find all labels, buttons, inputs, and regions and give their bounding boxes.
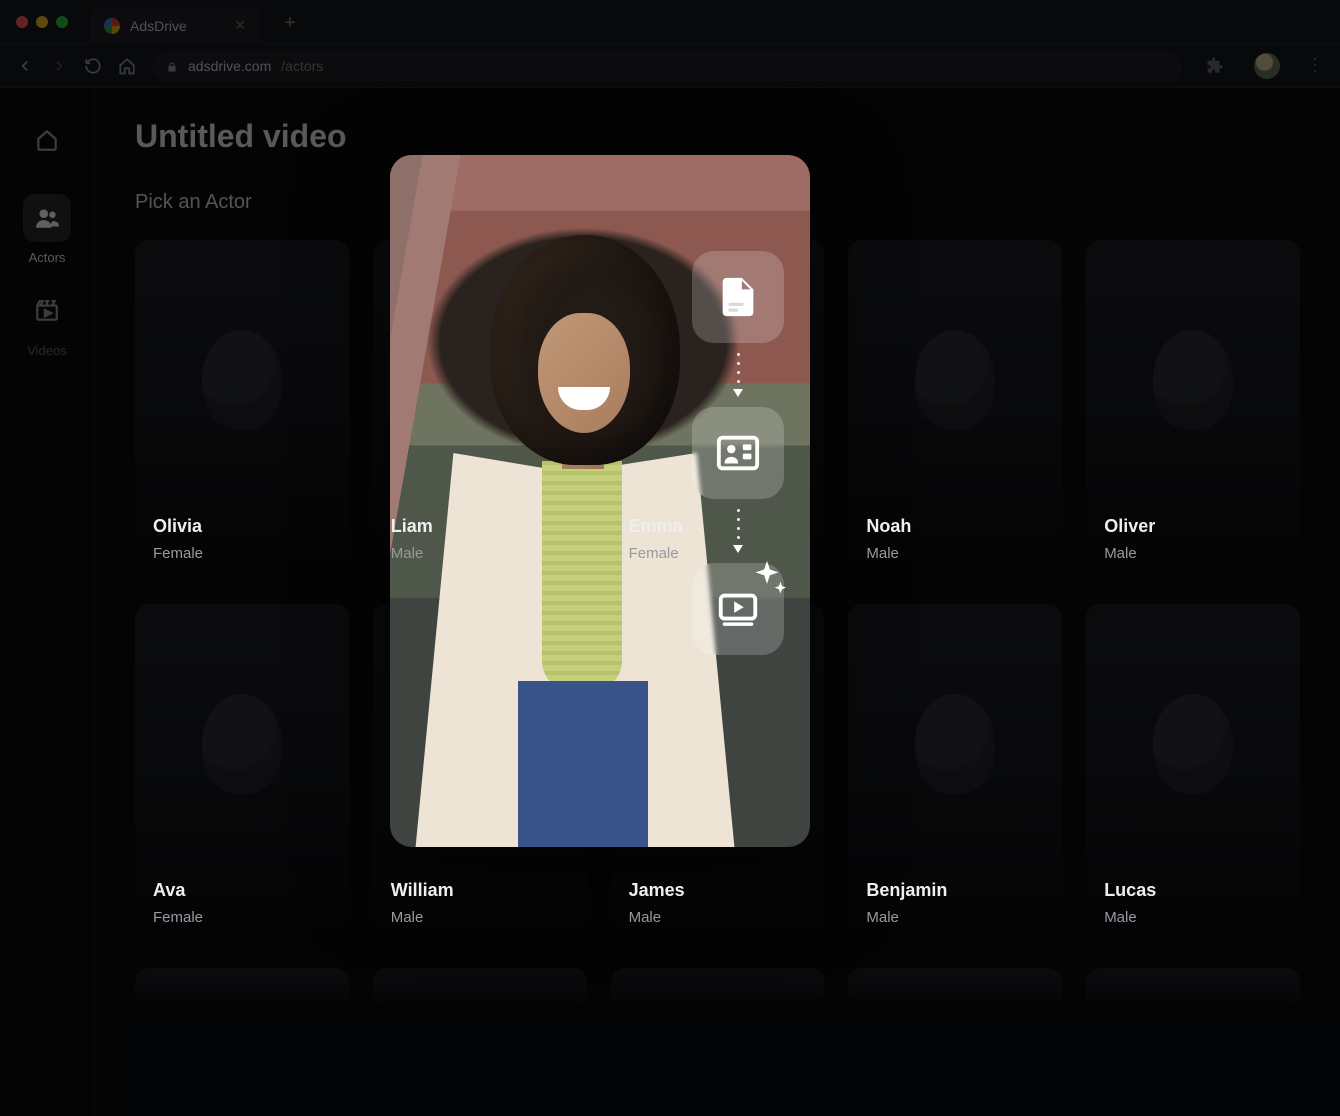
onboarding-modal[interactable] bbox=[390, 155, 810, 847]
new-tab-button[interactable]: + bbox=[284, 12, 296, 35]
actor-gender: Female bbox=[153, 545, 331, 562]
url-path: /actors bbox=[281, 58, 323, 74]
actor-card[interactable] bbox=[848, 968, 1062, 1008]
actor-name: Emma bbox=[629, 516, 807, 537]
browser-tab-strip: AdsDrive ✕ + bbox=[0, 0, 1340, 44]
actor-name: Oliver bbox=[1104, 516, 1282, 537]
step-document[interactable] bbox=[692, 251, 784, 343]
onboarding-steps bbox=[692, 251, 784, 655]
tab-favicon-icon bbox=[104, 18, 120, 34]
url-host: adsdrive.com bbox=[188, 58, 271, 74]
actor-gender: Female bbox=[629, 545, 807, 562]
tab-title: AdsDrive bbox=[130, 18, 187, 34]
actor-name: Liam bbox=[391, 516, 569, 537]
page-title: Untitled video bbox=[135, 118, 1300, 155]
actor-gender: Male bbox=[1104, 909, 1282, 926]
actor-name: Olivia bbox=[153, 516, 331, 537]
reload-icon[interactable] bbox=[84, 57, 102, 75]
actor-name: Benjamin bbox=[866, 880, 1044, 901]
actor-gender: Male bbox=[391, 545, 569, 562]
actor-gender: Male bbox=[866, 545, 1044, 562]
sidebar-item-actors[interactable]: Actors bbox=[12, 194, 82, 265]
actor-card[interactable]: Olivia Female bbox=[135, 240, 349, 580]
step-connector bbox=[737, 343, 739, 407]
step-contact[interactable] bbox=[692, 407, 784, 499]
back-icon[interactable] bbox=[16, 57, 34, 75]
close-tab-icon[interactable]: ✕ bbox=[234, 17, 246, 34]
actor-gender: Male bbox=[866, 909, 1044, 926]
actor-name: James bbox=[629, 880, 807, 901]
actor-card[interactable]: Benjamin Male bbox=[848, 604, 1062, 944]
actor-card[interactable]: Lucas Male bbox=[1086, 604, 1300, 944]
document-icon bbox=[715, 274, 761, 320]
sidebar-item-label: Videos bbox=[27, 343, 67, 358]
minimize-window-icon[interactable] bbox=[36, 16, 48, 28]
actor-card[interactable] bbox=[373, 968, 587, 1008]
browser-toolbar: adsdrive.com/actors ⋮ bbox=[0, 44, 1340, 88]
sidebar: Actors Videos bbox=[0, 88, 95, 1116]
home-outline-icon bbox=[34, 127, 60, 153]
step-generate-video[interactable] bbox=[692, 563, 784, 655]
home-icon[interactable] bbox=[118, 57, 136, 75]
actor-card[interactable]: Oliver Male bbox=[1086, 240, 1300, 580]
actor-gender: Male bbox=[391, 909, 569, 926]
clapperboard-icon bbox=[34, 298, 60, 324]
sidebar-item-label: Actors bbox=[29, 250, 66, 265]
browser-tab[interactable]: AdsDrive ✕ bbox=[90, 8, 260, 44]
actor-gender: Male bbox=[629, 909, 807, 926]
actor-name: Lucas bbox=[1104, 880, 1282, 901]
actor-name: Ava bbox=[153, 880, 331, 901]
actor-card[interactable] bbox=[135, 968, 349, 1008]
actor-gender: Male bbox=[1104, 545, 1282, 562]
sidebar-item-videos[interactable]: Videos bbox=[12, 287, 82, 358]
sidebar-item-home[interactable] bbox=[12, 116, 82, 172]
contact-card-icon bbox=[715, 430, 761, 476]
actor-card[interactable] bbox=[1086, 968, 1300, 1008]
browser-menu-icon[interactable]: ⋮ bbox=[1306, 55, 1324, 76]
people-icon bbox=[34, 205, 60, 231]
sparkle-icon bbox=[744, 557, 790, 608]
address-bar[interactable]: adsdrive.com/actors bbox=[152, 51, 1182, 81]
actor-gender: Female bbox=[153, 909, 331, 926]
actor-card[interactable] bbox=[611, 968, 825, 1008]
browser-profile-avatar[interactable] bbox=[1254, 53, 1280, 79]
forward-icon[interactable] bbox=[50, 57, 68, 75]
actor-card[interactable]: Noah Male bbox=[848, 240, 1062, 580]
extensions-icon[interactable] bbox=[1206, 57, 1224, 75]
window-traffic-lights bbox=[16, 16, 68, 28]
actor-name: William bbox=[391, 880, 569, 901]
close-window-icon[interactable] bbox=[16, 16, 28, 28]
lock-icon bbox=[166, 60, 178, 72]
actor-name: Noah bbox=[866, 516, 1044, 537]
actor-card[interactable]: Ava Female bbox=[135, 604, 349, 944]
maximize-window-icon[interactable] bbox=[56, 16, 68, 28]
